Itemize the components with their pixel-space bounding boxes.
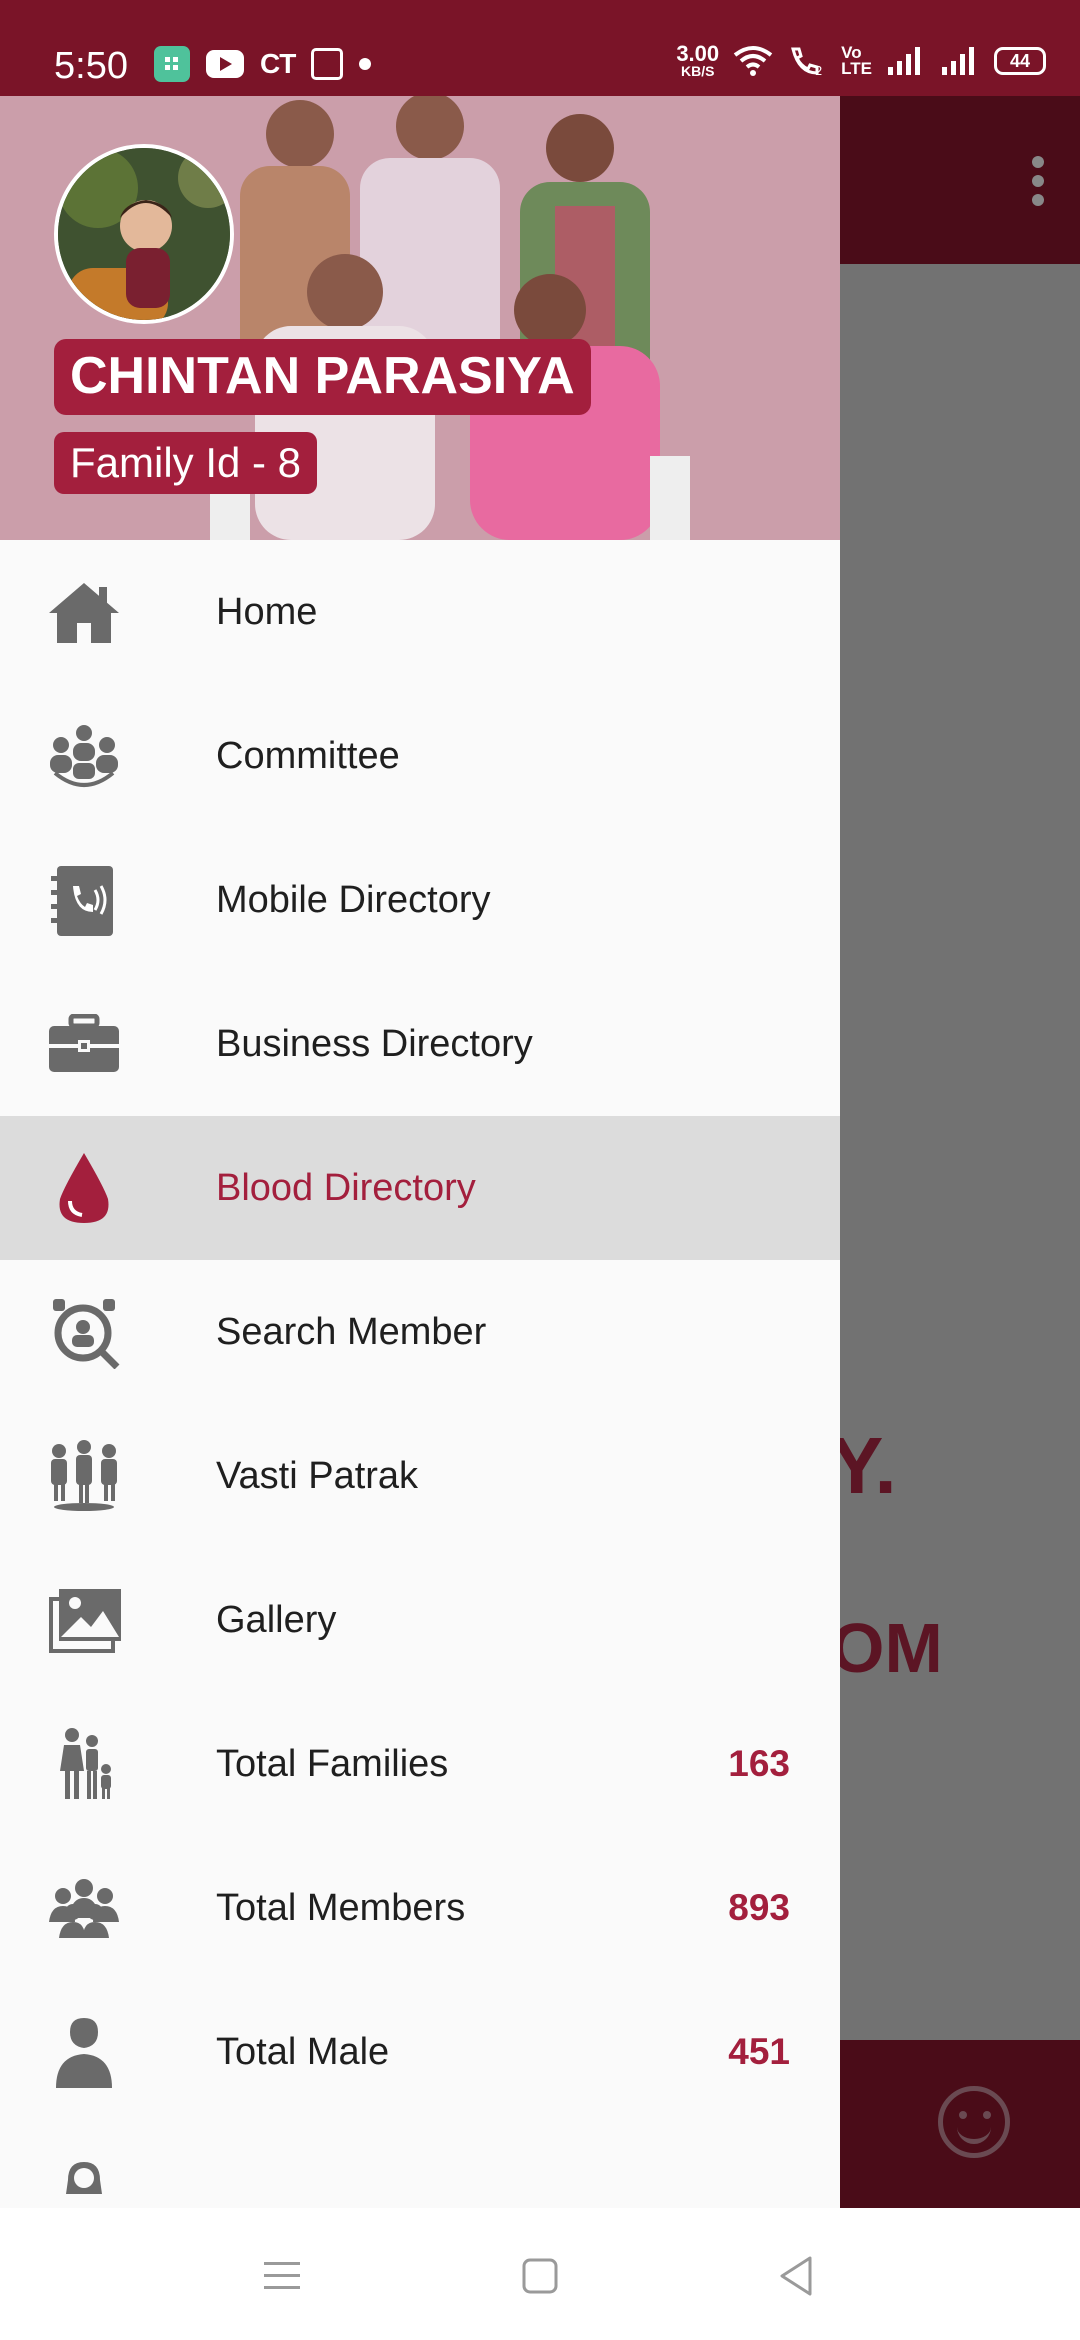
menu-item-business-directory[interactable]: Business Directory [0, 972, 840, 1116]
youtube-icon [206, 50, 244, 78]
people-group-icon [44, 1440, 124, 1512]
status-time: 5:50 [54, 45, 128, 87]
menu-item-label: Vasti Patrak [216, 1455, 419, 1497]
drawer-header: CHINTAN PARASIYA Family Id - 8 [0, 96, 840, 540]
menu-item-label: Total Members [216, 1887, 466, 1929]
volte-indicator: Vo LTE [841, 43, 872, 78]
more-notifications-dot [359, 58, 372, 70]
background-text-2: OM [830, 1609, 943, 1687]
network-speed-unit: KB/S [681, 63, 715, 79]
profile-avatar[interactable] [54, 144, 234, 324]
menu-item-gallery[interactable]: Gallery [0, 1548, 840, 1692]
svg-text:2: 2 [815, 64, 823, 77]
total-families-count: 163 [728, 1743, 790, 1784]
female-icon [44, 2160, 124, 2208]
menu-item-partial[interactable] [0, 2124, 840, 2208]
app-notification-icon [154, 46, 190, 82]
menu-item-label: Gallery [216, 1599, 337, 1641]
menu-item-label: Home [216, 591, 318, 633]
menu-item-total-male[interactable]: Total Male 451 [0, 1980, 840, 2124]
menu-item-home[interactable]: Home [0, 540, 840, 684]
members-icon [44, 1872, 124, 1944]
male-icon [44, 2016, 124, 2088]
gallery-notification-icon [311, 48, 344, 80]
overflow-menu-icon[interactable] [1032, 156, 1044, 206]
signal-icon-1 [888, 47, 920, 75]
search-member-icon [44, 1296, 124, 1369]
home-square-icon[interactable] [512, 2248, 568, 2304]
committee-icon [44, 720, 124, 792]
menu-item-vasti-patrak[interactable]: Vasti Patrak [0, 1404, 840, 1548]
user-name: CHINTAN PARASIYA [54, 339, 591, 415]
back-triangle-icon[interactable] [768, 2248, 824, 2304]
background-text-1: Y. [830, 1421, 897, 1510]
wifi-icon [733, 46, 773, 76]
menu-item-label: Blood Directory [216, 1167, 476, 1209]
briefcase-icon [44, 1008, 124, 1080]
signal-icon-2 [942, 47, 974, 75]
home-icon [44, 576, 124, 648]
family-id: Family Id - 8 [54, 432, 318, 494]
menu-item-search-member[interactable]: Search Member [0, 1260, 840, 1404]
smiley-icon[interactable] [938, 2086, 1010, 2158]
menu-item-label: Committee [216, 735, 400, 777]
ct-app-icon: CT [260, 48, 296, 79]
total-male-count: 451 [728, 2031, 790, 2072]
menu-item-label: Business Directory [216, 1023, 533, 1065]
menu-item-total-families[interactable]: Total Families 163 [0, 1692, 840, 1836]
family-icon [44, 1728, 124, 1800]
menu-item-mobile-directory[interactable]: Mobile Directory [0, 828, 840, 972]
menu-item-total-members[interactable]: Total Members 893 [0, 1836, 840, 1980]
menu-item-committee[interactable]: Committee [0, 684, 840, 828]
drawer-menu: Home Committee Mobile Directory Business… [0, 540, 840, 2208]
total-members-count: 893 [728, 1887, 790, 1928]
menu-item-blood-directory[interactable]: Blood Directory [0, 1116, 840, 1260]
battery-icon: 44 [994, 47, 1046, 75]
menu-item-label: Total Male [216, 2031, 390, 2073]
menu-item-label: Total Families [216, 1743, 449, 1785]
menu-item-label: Mobile Directory [216, 879, 491, 921]
blood-drop-icon [44, 1152, 124, 1224]
wifi-calling-icon: 2 [791, 47, 823, 77]
menu-icon[interactable] [254, 2248, 310, 2304]
notification-icons: CT [154, 46, 372, 82]
navigation-bar [0, 2208, 1080, 2340]
system-icons: 3.00 KB/S 2 Vo LTE 44 [676, 43, 1046, 79]
network-speed: 3.00 KB/S [676, 43, 719, 79]
navigation-drawer: CHINTAN PARASIYA Family Id - 8 Home Comm… [0, 96, 840, 2208]
gallery-icon [44, 1584, 124, 1656]
status-bar: 5:50 CT 3.00 KB/S 2 Vo LTE 44 [0, 0, 1080, 96]
menu-item-label: Search Member [216, 1311, 487, 1353]
phonebook-icon [44, 864, 124, 936]
